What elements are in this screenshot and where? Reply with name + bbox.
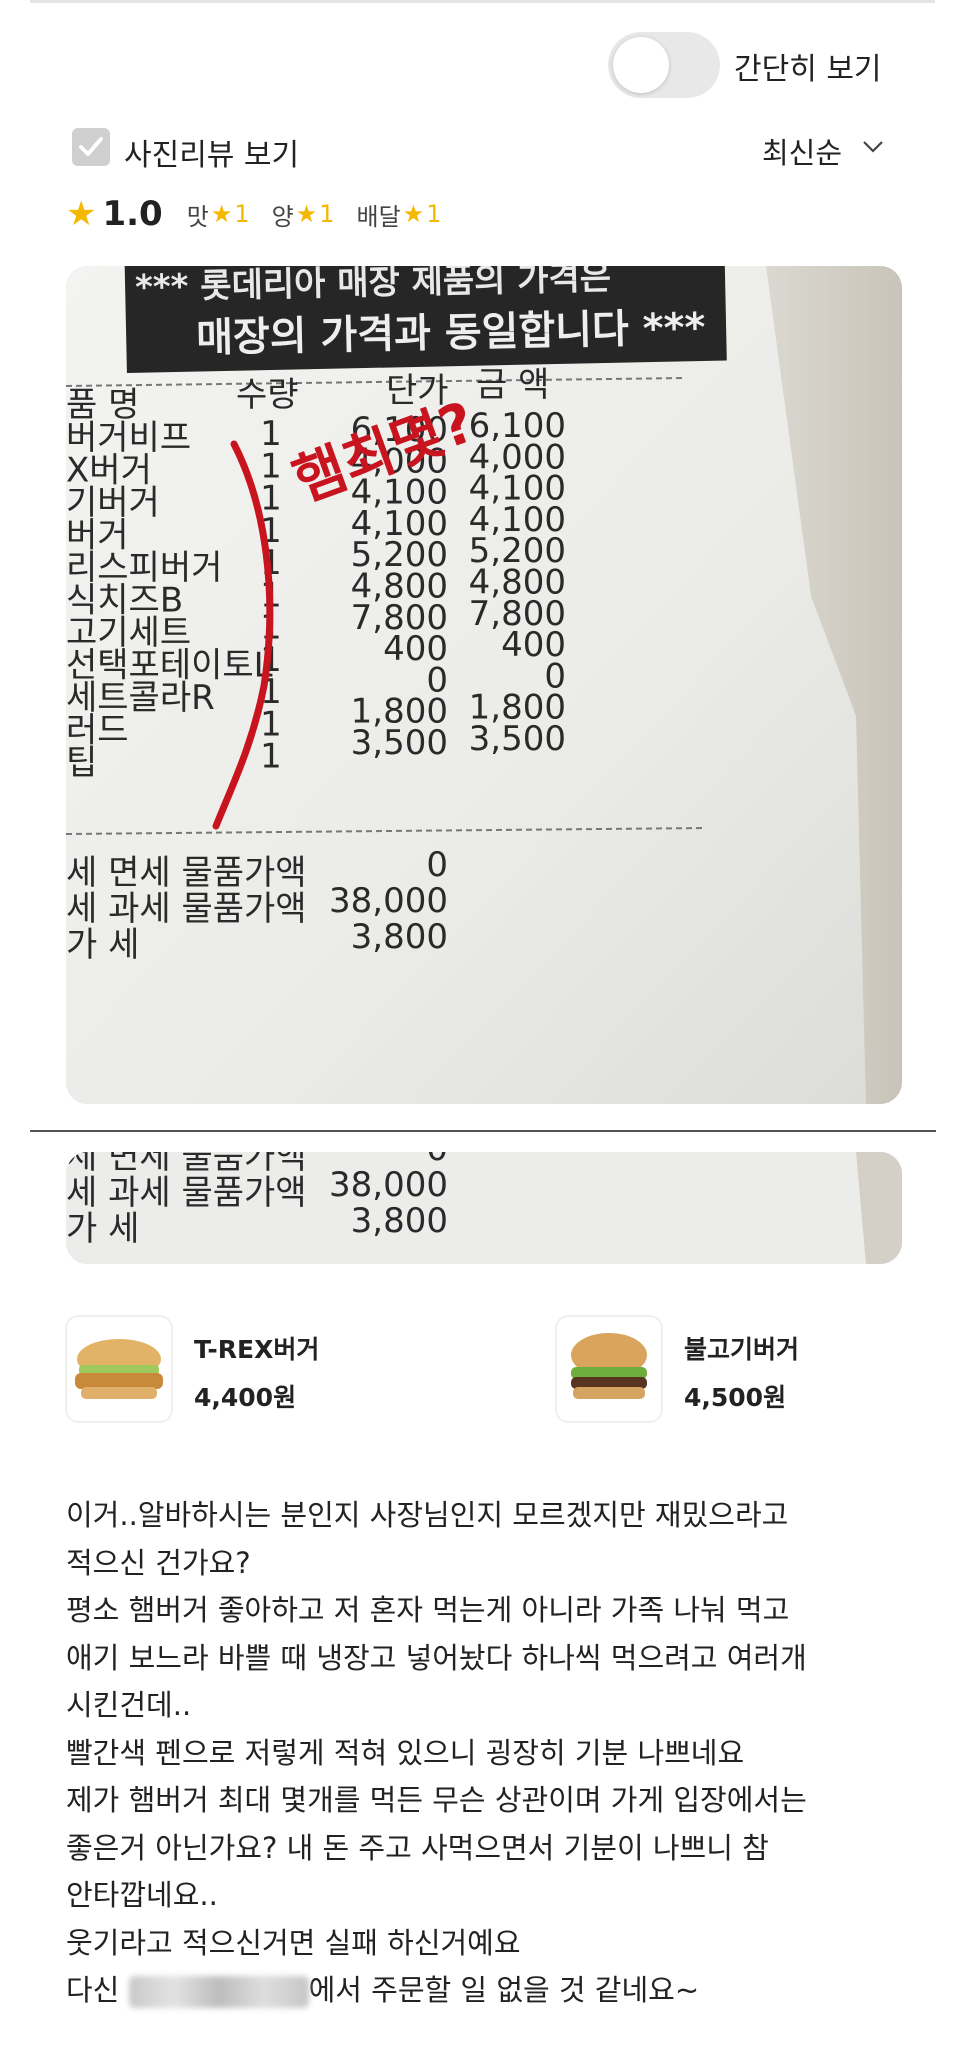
receipt-total-value: 38,000 <box>329 881 448 921</box>
receipt-image: *** 롯데리아 매장 제품의 가격은 매장의 가격과 동일합니다 *** 품 … <box>66 266 902 1104</box>
review-line: 웃기라고 적으신거면 실패 하신거예요 <box>66 1925 521 1960</box>
review-line: 시킨건데.. <box>66 1688 192 1722</box>
menu-name-2[interactable]: 불고기버거 <box>684 1330 799 1366</box>
delivery-label: 배달 <box>356 202 401 231</box>
toggle-knob[interactable] <box>613 37 669 93</box>
photo-review-checkbox[interactable] <box>72 128 110 166</box>
section-divider <box>30 1130 936 1132</box>
review-line: 적으신 건가요? <box>66 1545 251 1580</box>
menu-price-2: 4,500원 <box>684 1383 787 1412</box>
rating-row: ★ 1.0 맛 ★ 1 양 ★ 1 배달 ★ 1 <box>66 194 457 234</box>
chevron-down-icon[interactable] <box>862 140 884 154</box>
menu-thumbnail-bulgogi[interactable] <box>556 1316 662 1422</box>
burger-icon <box>75 1339 163 1399</box>
review-line: 빨간색 펜으로 저렇게 적혀 있으니 굉장히 기분 나쁘네요 <box>66 1735 745 1770</box>
amount-label: 양 <box>271 202 294 231</box>
receipt-item-amount: 3,500 <box>469 719 566 759</box>
menu-name-1[interactable]: T-REX버거 <box>194 1330 319 1366</box>
review-line: 이거..알바하시는 분인지 사장님인지 모르겠지만 재밌으라고 <box>66 1498 789 1532</box>
taste-label: 맛 <box>186 202 209 231</box>
simple-view-label: 간단히 보기 <box>734 52 882 87</box>
delivery-value: 1 <box>426 200 442 228</box>
receipt-total-label: 가 세 <box>66 925 139 965</box>
receipt-total-label: 세 면세 물품가액 <box>66 853 307 893</box>
taste-value: 1 <box>234 200 250 228</box>
review-text: 이거..알바하시는 분인지 사장님인지 모르겠지만 재밌으라고적으신 건가요? 평… <box>66 1492 916 2015</box>
simple-view-toggle[interactable] <box>608 32 720 98</box>
review-line: 제가 햄버거 최대 몇개를 먹든 무슨 상관이며 가게 입장에서는 <box>66 1783 807 1817</box>
review-last-suffix: 에서 주문할 일 없을 것 같네요~ <box>308 1973 700 2007</box>
amount-value: 1 <box>319 200 335 228</box>
star-icon: ★ <box>210 200 233 228</box>
receipt-item-price: 3,500 <box>351 723 448 763</box>
receipt-total-value: 0 <box>426 845 448 885</box>
receipt-total-label: 가 세 <box>66 1209 139 1249</box>
burger-icon <box>571 1333 647 1399</box>
review-line: 애기 보느라 바쁠 때 냉장고 넣어놨다 하나씩 먹으려고 여러개 <box>66 1640 807 1675</box>
menu-price-1: 4,400원 <box>194 1383 297 1412</box>
star-icon: ★ <box>402 200 425 228</box>
top-divider <box>30 0 935 3</box>
review-photo[interactable]: *** 롯데리아 매장 제품의 가격은 매장의 가격과 동일합니다 *** 품 … <box>66 266 902 1104</box>
star-icon: ★ <box>295 200 318 228</box>
receipt-item-qty: 1 <box>260 737 282 777</box>
review-line: 안타깝네요.. <box>66 1878 218 1912</box>
rating-score: 1.0 <box>102 194 163 234</box>
review-last-prefix: 다신 <box>66 1973 120 2007</box>
sort-dropdown[interactable]: 최신순 <box>762 130 842 172</box>
review-last-line: 다신 에서 주문할 일 없을 것 같네요~ <box>66 1967 916 2015</box>
menu-thumbnail-trex[interactable] <box>66 1316 172 1422</box>
star-icon: ★ <box>66 194 97 234</box>
check-icon <box>79 137 103 156</box>
receipt-total-label: 세 과세 물품가액 <box>66 889 307 929</box>
receipt-total-value: 3,800 <box>351 917 448 957</box>
receipt-total-label: 세 과세 물품가액 <box>66 1173 307 1213</box>
photo-review-label[interactable]: 사진리뷰 보기 <box>124 130 299 174</box>
receipt-item-name: 팁 <box>66 743 97 783</box>
review-photo-cropped[interactable]: 세 면세 물품가액0세 과세 물품가액38,000가 세3,800 <box>66 1152 902 1264</box>
blurred-store-name <box>128 1976 309 2008</box>
receipt-col-qty: 수량 <box>236 375 299 415</box>
receipt-col-amount: 금 액 <box>476 365 549 405</box>
receipt-total-value: 3,800 <box>351 1201 448 1241</box>
receipt-image-cropped: 세 면세 물품가액0세 과세 물품가액38,000가 세3,800 <box>66 1152 902 1264</box>
review-line: 평소 햄버거 좋아하고 저 혼자 먹는게 아니라 가족 나눠 먹고 <box>66 1593 790 1627</box>
receipt-total-value: 38,000 <box>329 1165 448 1205</box>
review-line: 좋은거 아닌가요? 내 돈 주고 사먹으면서 기분이 나쁘니 참 <box>66 1830 769 1865</box>
